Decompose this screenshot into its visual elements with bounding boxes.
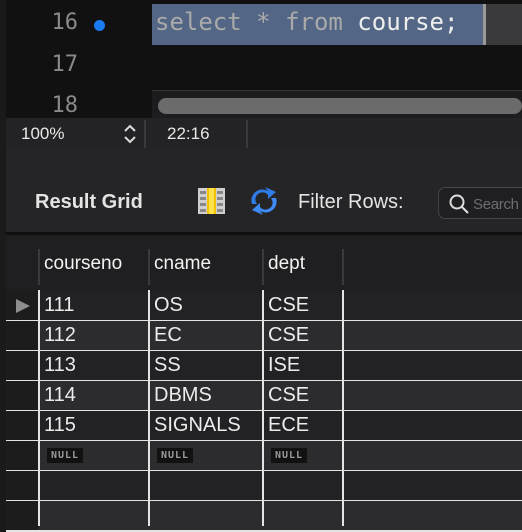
cell[interactable]: DBMS [154, 384, 212, 407]
cell[interactable]: 114 [44, 384, 76, 407]
cell[interactable]: CSE [268, 384, 309, 407]
line-number: 18 [51, 93, 79, 118]
search-icon [449, 194, 469, 214]
cell[interactable]: CSE [268, 294, 309, 317]
grid-line [38, 290, 40, 526]
editor-status-bar: 100% 22:16 [6, 118, 522, 150]
breakpoint-marker-icon[interactable] [94, 20, 105, 31]
stepper-chevrons-icon[interactable] [122, 123, 138, 145]
line-number: 17 [51, 52, 79, 77]
result-grid[interactable]: courseno cname dept 111 OS CSE 112 EC CSE 113 S… [6, 235, 522, 532]
row-header[interactable] [6, 321, 39, 351]
refresh-icon[interactable] [248, 186, 280, 216]
column-header-cname[interactable]: cname [154, 253, 211, 275]
table-row[interactable]: 114 DBMS CSE [6, 381, 522, 411]
text-cursor [483, 4, 486, 45]
cell[interactable]: SS [154, 354, 181, 377]
grid-line [342, 290, 344, 526]
column-header-dept[interactable]: dept [268, 253, 305, 275]
cursor-position: 22:16 [167, 124, 210, 143]
table-row[interactable]: 112 EC CSE [6, 321, 522, 351]
cell[interactable]: ISE [268, 354, 300, 377]
table-row[interactable]: 115 SIGNALS ECE [6, 411, 522, 441]
row-header[interactable] [6, 441, 39, 471]
cell[interactable]: 112 [44, 324, 76, 347]
filter-rows-label: Filter Rows: [298, 191, 404, 213]
cell[interactable]: 111 [44, 294, 74, 317]
cell[interactable]: CSE [268, 324, 309, 347]
cell[interactable]: 113 [44, 354, 76, 377]
result-grid-title: Result Grid [35, 191, 143, 213]
column-header-courseno[interactable]: courseno [44, 253, 122, 275]
cell[interactable]: OS [154, 294, 183, 317]
row-header[interactable] [6, 411, 39, 441]
table-row[interactable] [6, 471, 522, 501]
scrollbar-thumb[interactable] [158, 98, 522, 114]
line-number: 16 [51, 10, 79, 35]
code-line[interactable]: select * from course; [155, 8, 458, 36]
cell[interactable]: EC [154, 324, 182, 347]
grid-line [148, 290, 150, 526]
row-header[interactable] [6, 351, 39, 381]
table-row[interactable]: NULL NULL NULL [6, 441, 522, 471]
cell[interactable]: SIGNALS [154, 414, 241, 437]
row-header[interactable] [6, 471, 39, 501]
null-badge[interactable]: NULL [157, 448, 194, 463]
null-badge[interactable]: NULL [47, 448, 84, 463]
column-toggle-icon[interactable] [198, 188, 225, 214]
zoom-level[interactable]: 100% [21, 124, 64, 144]
row-header[interactable] [6, 501, 39, 531]
table-row[interactable] [6, 501, 522, 531]
row-header[interactable] [6, 291, 39, 321]
filter-search-input[interactable]: Search [438, 187, 522, 219]
grid-line [262, 290, 264, 526]
cell[interactable]: 115 [44, 414, 76, 437]
search-placeholder: Search [473, 196, 519, 213]
null-badge[interactable]: NULL [271, 448, 308, 463]
current-row-arrow-icon [16, 299, 30, 313]
table-row[interactable]: 113 SS ISE [6, 351, 522, 381]
cell[interactable]: ECE [268, 414, 309, 437]
table-row[interactable]: 111 OS CSE [6, 291, 522, 321]
row-header[interactable] [6, 381, 39, 411]
